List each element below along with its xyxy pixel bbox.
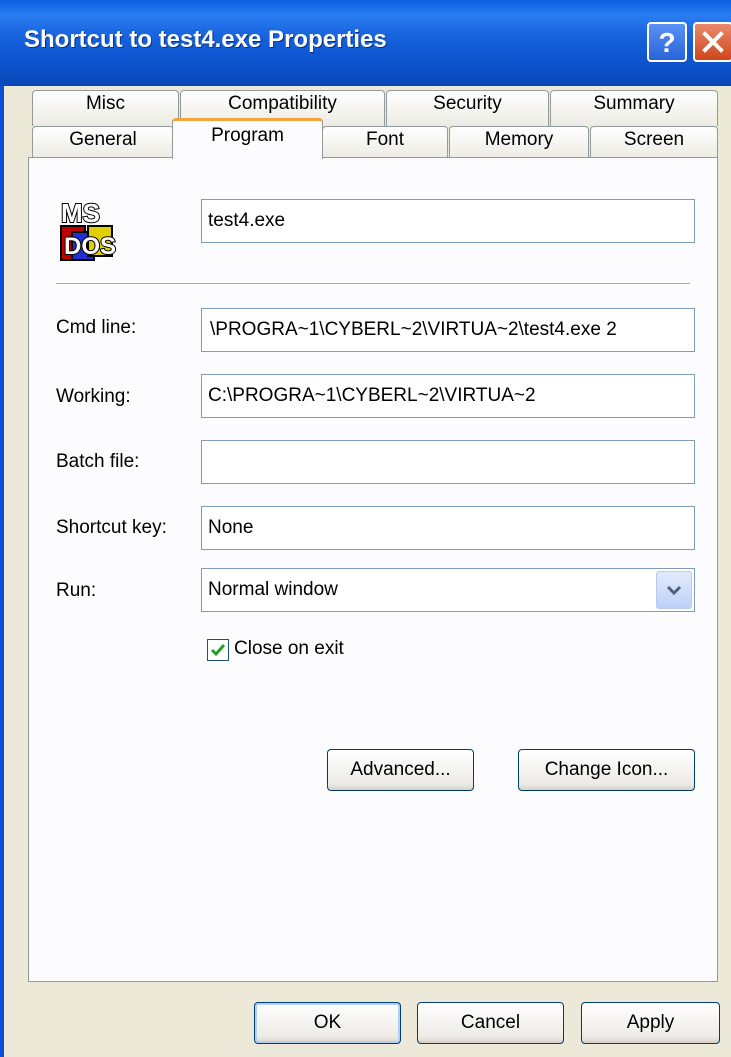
cmd-line-label: Cmd line: — [56, 317, 137, 338]
batch-file-field[interactable] — [201, 440, 695, 484]
tab-label: Program — [211, 125, 284, 146]
tab-security[interactable]: Security — [386, 90, 549, 126]
question-mark-icon: ? — [658, 27, 675, 57]
apply-button[interactable]: Apply — [581, 1002, 720, 1044]
help-button[interactable]: ? — [647, 22, 687, 62]
program-name-field[interactable]: test4.exe — [201, 199, 695, 243]
svg-text:DOS: DOS — [64, 233, 116, 260]
tab-label: Security — [433, 93, 502, 114]
ms-dos-icon: MS DOS — [60, 197, 117, 261]
tab-memory[interactable]: Memory — [449, 126, 589, 158]
shortcut-key-label: Shortcut key: — [56, 517, 167, 538]
close-on-exit-checkbox[interactable] — [207, 639, 229, 661]
batch-file-label: Batch file: — [56, 451, 140, 472]
shortcut-key-field[interactable]: None — [201, 506, 695, 550]
window-border — [0, 86, 4, 1057]
tab-label: Screen — [623, 129, 685, 150]
dropdown-button[interactable] — [656, 571, 692, 609]
run-select-value: Normal window — [208, 579, 338, 600]
tab-label: Memory — [484, 129, 554, 150]
svg-text:MS: MS — [61, 198, 100, 228]
tab-label: Compatibility — [228, 93, 337, 114]
separator — [56, 283, 690, 285]
tab-screen[interactable]: Screen — [590, 126, 718, 158]
cmd-line-field[interactable]: \PROGRA~1\CYBERL~2\VIRTUA~2\test4.exe 2 — [201, 308, 695, 352]
working-label: Working: — [56, 386, 131, 407]
tab-summary[interactable]: Summary — [550, 90, 718, 126]
working-field[interactable]: C:\PROGRA~1\CYBERL~2\VIRTUA~2 — [201, 374, 695, 418]
run-label: Run: — [56, 580, 97, 601]
tab-font[interactable]: Font — [322, 126, 448, 158]
tab-general[interactable]: General — [32, 126, 174, 158]
tab-label: Misc — [85, 93, 126, 114]
chevron-down-icon — [666, 585, 682, 596]
close-button[interactable] — [693, 22, 731, 62]
close-icon — [702, 31, 724, 53]
ok-button[interactable]: OK — [254, 1002, 401, 1044]
change-icon-button[interactable]: Change Icon... — [518, 749, 695, 791]
svg-text:?: ? — [658, 27, 675, 57]
tab-label: Summary — [593, 93, 675, 114]
tab-misc[interactable]: Misc — [32, 90, 179, 126]
close-on-exit-label[interactable]: Close on exit — [234, 638, 344, 660]
window-title: Shortcut to test4.exe Properties — [24, 26, 387, 53]
checkmark-icon — [210, 644, 226, 657]
tab-program[interactable]: Program — [172, 118, 323, 159]
cancel-button[interactable]: Cancel — [417, 1002, 564, 1044]
run-select[interactable]: Normal window — [201, 568, 695, 612]
tab-label: General — [69, 129, 137, 150]
tab-label: Font — [365, 129, 405, 150]
title-bar[interactable]: Shortcut to test4.exe Properties ? — [0, 0, 731, 86]
advanced-button[interactable]: Advanced... — [327, 749, 474, 791]
